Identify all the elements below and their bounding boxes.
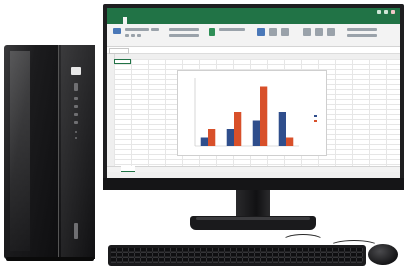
maximize-icon[interactable] <box>384 10 388 14</box>
bar-series-1-cat-2[interactable] <box>226 129 234 146</box>
selected-cell[interactable] <box>114 59 131 64</box>
monitor-screen <box>107 8 400 178</box>
insert-icon[interactable] <box>303 28 311 36</box>
ribbon <box>107 24 400 47</box>
bold-icon[interactable] <box>125 34 129 37</box>
number-format-icon[interactable] <box>209 28 215 36</box>
tower-foot <box>6 257 94 261</box>
legend-swatch-series-2 <box>314 120 317 122</box>
formula-bar[interactable] <box>107 47 400 54</box>
underline-icon[interactable] <box>137 34 141 37</box>
bar-series-2-cat-4[interactable] <box>286 137 294 147</box>
audio-jack[interactable] <box>75 137 77 139</box>
delete-icon[interactable] <box>315 28 323 36</box>
power-button[interactable] <box>74 83 78 91</box>
bar-chart[interactable] <box>177 70 327 156</box>
chart-legend <box>312 112 326 126</box>
bar-series-2-cat-3[interactable] <box>260 86 268 147</box>
bar-series-1-cat-1[interactable] <box>200 137 208 147</box>
alignment-group[interactable] <box>169 34 199 37</box>
keyboard-keys[interactable] <box>111 248 363 263</box>
ribbon-tab-bar <box>107 17 400 24</box>
close-icon[interactable] <box>391 10 395 14</box>
font-name-select[interactable] <box>125 28 149 31</box>
desktop-tower <box>4 45 95 261</box>
conditional-format-icon[interactable] <box>257 28 265 36</box>
format-table-icon[interactable] <box>269 28 277 36</box>
font-size-select[interactable] <box>151 28 159 31</box>
legend-swatch-series-1 <box>314 115 317 117</box>
tower-brand-badge <box>71 67 81 75</box>
monitor-stand-highlight <box>196 217 310 220</box>
monitor-chin <box>103 178 404 190</box>
tower-side-panel <box>4 45 58 259</box>
editing-group[interactable] <box>347 34 377 37</box>
usb-port[interactable] <box>74 105 78 108</box>
audio-jack[interactable] <box>75 131 77 133</box>
bar-series-2-cat-1[interactable] <box>208 129 216 146</box>
usb-port[interactable] <box>74 113 78 116</box>
ribbon-tab-active[interactable] <box>123 17 127 24</box>
alignment-group[interactable] <box>169 28 199 31</box>
bar-series-1-cat-4[interactable] <box>278 112 286 146</box>
minimize-icon[interactable] <box>377 10 381 14</box>
usb-port[interactable] <box>74 97 78 100</box>
italic-icon[interactable] <box>131 34 135 37</box>
usb-port[interactable] <box>74 121 78 124</box>
cell-styles-icon[interactable] <box>281 28 289 36</box>
paste-icon[interactable] <box>113 28 121 34</box>
tower-front-panel <box>58 45 95 259</box>
tower-side-sheen <box>10 51 30 251</box>
bar-series-1-cat-3[interactable] <box>252 120 260 147</box>
format-icon[interactable] <box>327 28 335 36</box>
number-format-select[interactable] <box>219 28 245 31</box>
card-slot[interactable] <box>74 223 78 239</box>
window-title <box>107 8 400 17</box>
mouse[interactable] <box>368 244 398 265</box>
bar-series-2-cat-2[interactable] <box>234 112 242 146</box>
editing-group[interactable] <box>347 28 377 31</box>
